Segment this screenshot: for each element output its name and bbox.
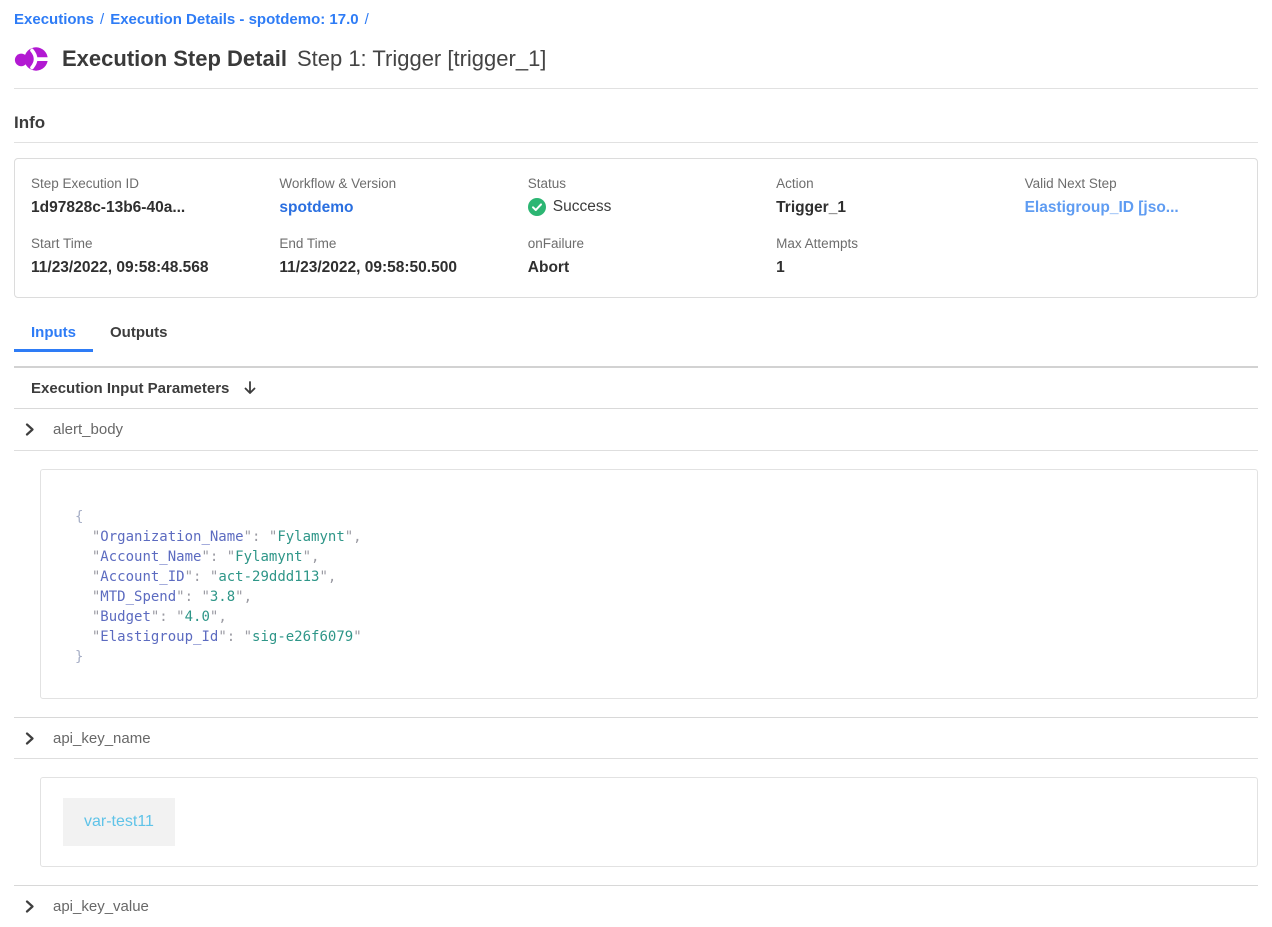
field-label: onFailure [528, 236, 760, 251]
field-label: End Time [279, 236, 511, 251]
section-row-api-key-value[interactable]: api_key_value [14, 885, 1258, 927]
field-value: 11/23/2022, 09:58:50.500 [279, 259, 511, 277]
breadcrumb-link-executions[interactable]: Executions [14, 11, 94, 28]
field-workflow-version: Workflow & Version spotdemo [263, 176, 511, 217]
field-value: 1d97828c-13b6-40a... [31, 199, 263, 217]
field-value: Abort [528, 259, 760, 277]
section-row-alert-body[interactable]: alert_body [14, 409, 1258, 451]
info-row-1: Step Execution ID 1d97828c-13b6-40a... W… [15, 176, 1257, 217]
status-value: Success [528, 198, 760, 216]
fylamynt-logo-icon [14, 44, 50, 74]
breadcrumb-link-execution-details[interactable]: Execution Details - spotdemo: 17.0 [110, 11, 358, 28]
title-wrap: Execution Step Detail Step 1: Trigger [t… [62, 46, 546, 72]
api-key-name-content: var-test11 [40, 777, 1258, 867]
execution-input-parameters-panel: Execution Input Parameters alert_body { … [14, 366, 1258, 927]
header-divider [14, 88, 1258, 89]
status-text: Success [553, 198, 612, 216]
collapse-all-arrow-icon[interactable] [242, 380, 258, 396]
api-key-name-value: var-test11 [63, 798, 175, 846]
field-label: Start Time [31, 236, 263, 251]
field-empty [1009, 236, 1257, 277]
section-name: alert_body [53, 421, 123, 438]
success-check-icon [528, 198, 546, 216]
field-label: Step Execution ID [31, 176, 263, 191]
breadcrumb: Executions / Execution Details - spotdemo:… [14, 0, 1258, 28]
tab-bar: Inputs Outputs [14, 320, 1258, 352]
alert-body-content: { "Organization_Name": "Fylamynt", "Acco… [40, 469, 1258, 699]
field-status: Status Success [512, 176, 760, 217]
chevron-right-icon [23, 423, 36, 436]
page-header: Execution Step Detail Step 1: Trigger [t… [14, 44, 1258, 74]
info-divider [14, 142, 1258, 143]
field-label: Valid Next Step [1025, 176, 1257, 191]
field-action: Action Trigger_1 [760, 176, 1008, 217]
field-onfailure: onFailure Abort [512, 236, 760, 277]
chevron-right-icon [23, 900, 36, 913]
workflow-link[interactable]: spotdemo [279, 199, 511, 217]
field-value: 11/23/2022, 09:58:48.568 [31, 259, 263, 277]
field-value: Trigger_1 [776, 199, 1008, 217]
field-max-attempts: Max Attempts 1 [760, 236, 1008, 277]
field-start-time: Start Time 11/23/2022, 09:58:48.568 [15, 236, 263, 277]
field-label: Status [528, 176, 760, 191]
breadcrumb-separator: / [365, 11, 369, 28]
parameters-heading-row: Execution Input Parameters [14, 366, 1258, 409]
field-value: 1 [776, 259, 1008, 277]
field-label: Workflow & Version [279, 176, 511, 191]
tab-inputs[interactable]: Inputs [14, 320, 93, 352]
next-step-link[interactable]: Elastigroup_ID [jso... [1025, 199, 1257, 217]
field-step-execution-id: Step Execution ID 1d97828c-13b6-40a... [15, 176, 263, 217]
parameters-heading: Execution Input Parameters [31, 380, 229, 397]
breadcrumb-separator: / [100, 11, 104, 28]
field-end-time: End Time 11/23/2022, 09:58:50.500 [263, 236, 511, 277]
section-row-api-key-name[interactable]: api_key_name [14, 717, 1258, 759]
section-name: api_key_value [53, 898, 149, 915]
info-row-2: Start Time 11/23/2022, 09:58:48.568 End … [15, 236, 1257, 277]
info-section-heading: Info [14, 113, 1258, 133]
field-valid-next-step: Valid Next Step Elastigroup_ID [jso... [1009, 176, 1257, 217]
field-label: Action [776, 176, 1008, 191]
tab-outputs[interactable]: Outputs [93, 320, 185, 352]
section-name: api_key_name [53, 730, 151, 747]
page-title: Execution Step Detail [62, 46, 287, 72]
field-label: Max Attempts [776, 236, 1008, 251]
chevron-right-icon [23, 732, 36, 745]
info-card: Step Execution ID 1d97828c-13b6-40a... W… [14, 158, 1258, 298]
page: Executions / Execution Details - spotdemo:… [0, 0, 1272, 927]
alert-body-code: { "Organization_Name": "Fylamynt", "Acco… [75, 507, 1223, 667]
page-subtitle: Step 1: Trigger [trigger_1] [297, 46, 546, 72]
